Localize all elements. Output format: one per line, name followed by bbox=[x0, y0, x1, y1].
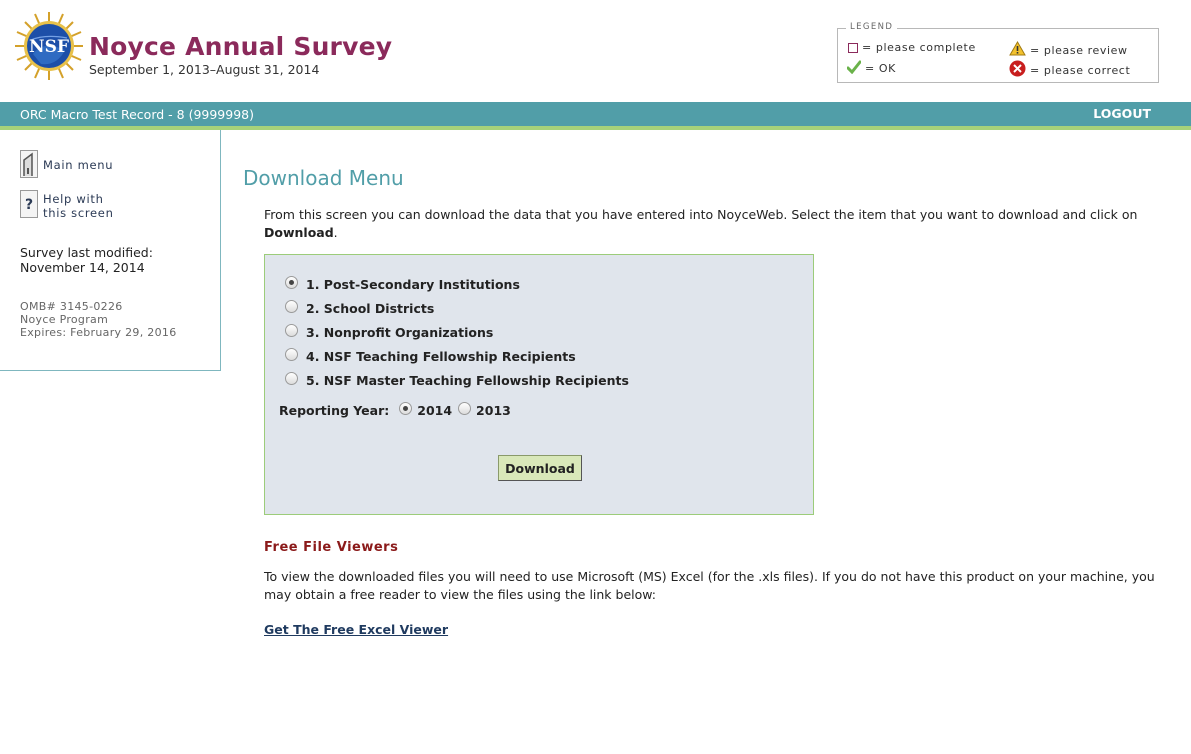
year-option-2014[interactable]: 2014 bbox=[399, 402, 452, 418]
legend-title: LEGEND bbox=[846, 22, 898, 32]
main-menu-link[interactable]: Main menu bbox=[20, 150, 113, 178]
radio-button[interactable] bbox=[285, 276, 298, 289]
download-panel: 1. Post-Secondary Institutions 2. School… bbox=[264, 254, 814, 515]
radio-button[interactable] bbox=[285, 300, 298, 313]
survey-period: September 1, 2013–August 31, 2014 bbox=[89, 62, 320, 77]
option-nonprofit[interactable]: 3. Nonprofit Organizations bbox=[285, 321, 493, 340]
help-label: Help with this screen bbox=[43, 192, 114, 220]
error-icon bbox=[1009, 60, 1026, 80]
help-icon: ? bbox=[20, 190, 38, 218]
year-option-2013[interactable]: 2013 bbox=[458, 402, 511, 418]
legend-complete: = please complete bbox=[848, 41, 976, 54]
reporting-year-row: Reporting Year: 2014 2013 bbox=[279, 402, 517, 418]
main-menu-label: Main menu bbox=[43, 158, 114, 172]
help-link[interactable]: ? Help with this screen bbox=[20, 190, 114, 220]
header: NSF Noyce Annual Survey September 1, 201… bbox=[0, 0, 1191, 102]
legend-review: = please review bbox=[1009, 40, 1128, 59]
sidebar: Main menu ? Help with this screen Survey… bbox=[0, 130, 221, 371]
page-title: Download Menu bbox=[243, 166, 404, 190]
radio-button[interactable] bbox=[285, 348, 298, 361]
legend-correct: = please correct bbox=[1009, 60, 1130, 80]
warning-icon bbox=[1009, 40, 1026, 59]
radio-button[interactable] bbox=[285, 372, 298, 385]
last-modified: Survey last modified: November 14, 2014 bbox=[20, 245, 153, 275]
reporting-year-label: Reporting Year: bbox=[279, 403, 390, 418]
svg-text:?: ? bbox=[25, 197, 33, 213]
nsf-logo: NSF bbox=[13, 10, 85, 82]
record-label: ORC Macro Test Record - 8 (9999998) bbox=[20, 107, 254, 122]
option-master-teaching-fellowship[interactable]: 5. NSF Master Teaching Fellowship Recipi… bbox=[285, 369, 629, 388]
main-menu-icon bbox=[20, 150, 38, 178]
square-icon bbox=[848, 42, 858, 53]
option-post-secondary[interactable]: 1. Post-Secondary Institutions bbox=[285, 273, 520, 292]
logout-link[interactable]: LOGOUT bbox=[1093, 106, 1151, 121]
legend: LEGEND = please complete = please review… bbox=[837, 22, 1159, 83]
download-button[interactable]: Download bbox=[498, 455, 582, 481]
radio-button[interactable] bbox=[458, 402, 472, 415]
checkmark-icon bbox=[846, 60, 862, 77]
option-teaching-fellowship[interactable]: 4. NSF Teaching Fellowship Recipients bbox=[285, 345, 576, 364]
free-file-viewers-text: To view the downloaded files you will ne… bbox=[264, 569, 1155, 602]
page-header-title: Noyce Annual Survey bbox=[89, 32, 393, 61]
intro-text: From this screen you can download the da… bbox=[264, 207, 1138, 240]
excel-viewer-link[interactable]: Get The Free Excel Viewer bbox=[264, 622, 448, 637]
svg-text:NSF: NSF bbox=[29, 37, 69, 57]
top-bar: ORC Macro Test Record - 8 (9999998) LOGO… bbox=[0, 102, 1191, 126]
legend-ok: = OK bbox=[846, 60, 896, 77]
option-school-districts[interactable]: 2. School Districts bbox=[285, 297, 434, 316]
omb-info: OMB# 3145-0226 Noyce Program Expires: Fe… bbox=[20, 300, 177, 339]
radio-button[interactable] bbox=[285, 324, 298, 337]
radio-button[interactable] bbox=[399, 402, 413, 415]
free-file-viewers-heading: Free File Viewers bbox=[264, 540, 399, 555]
